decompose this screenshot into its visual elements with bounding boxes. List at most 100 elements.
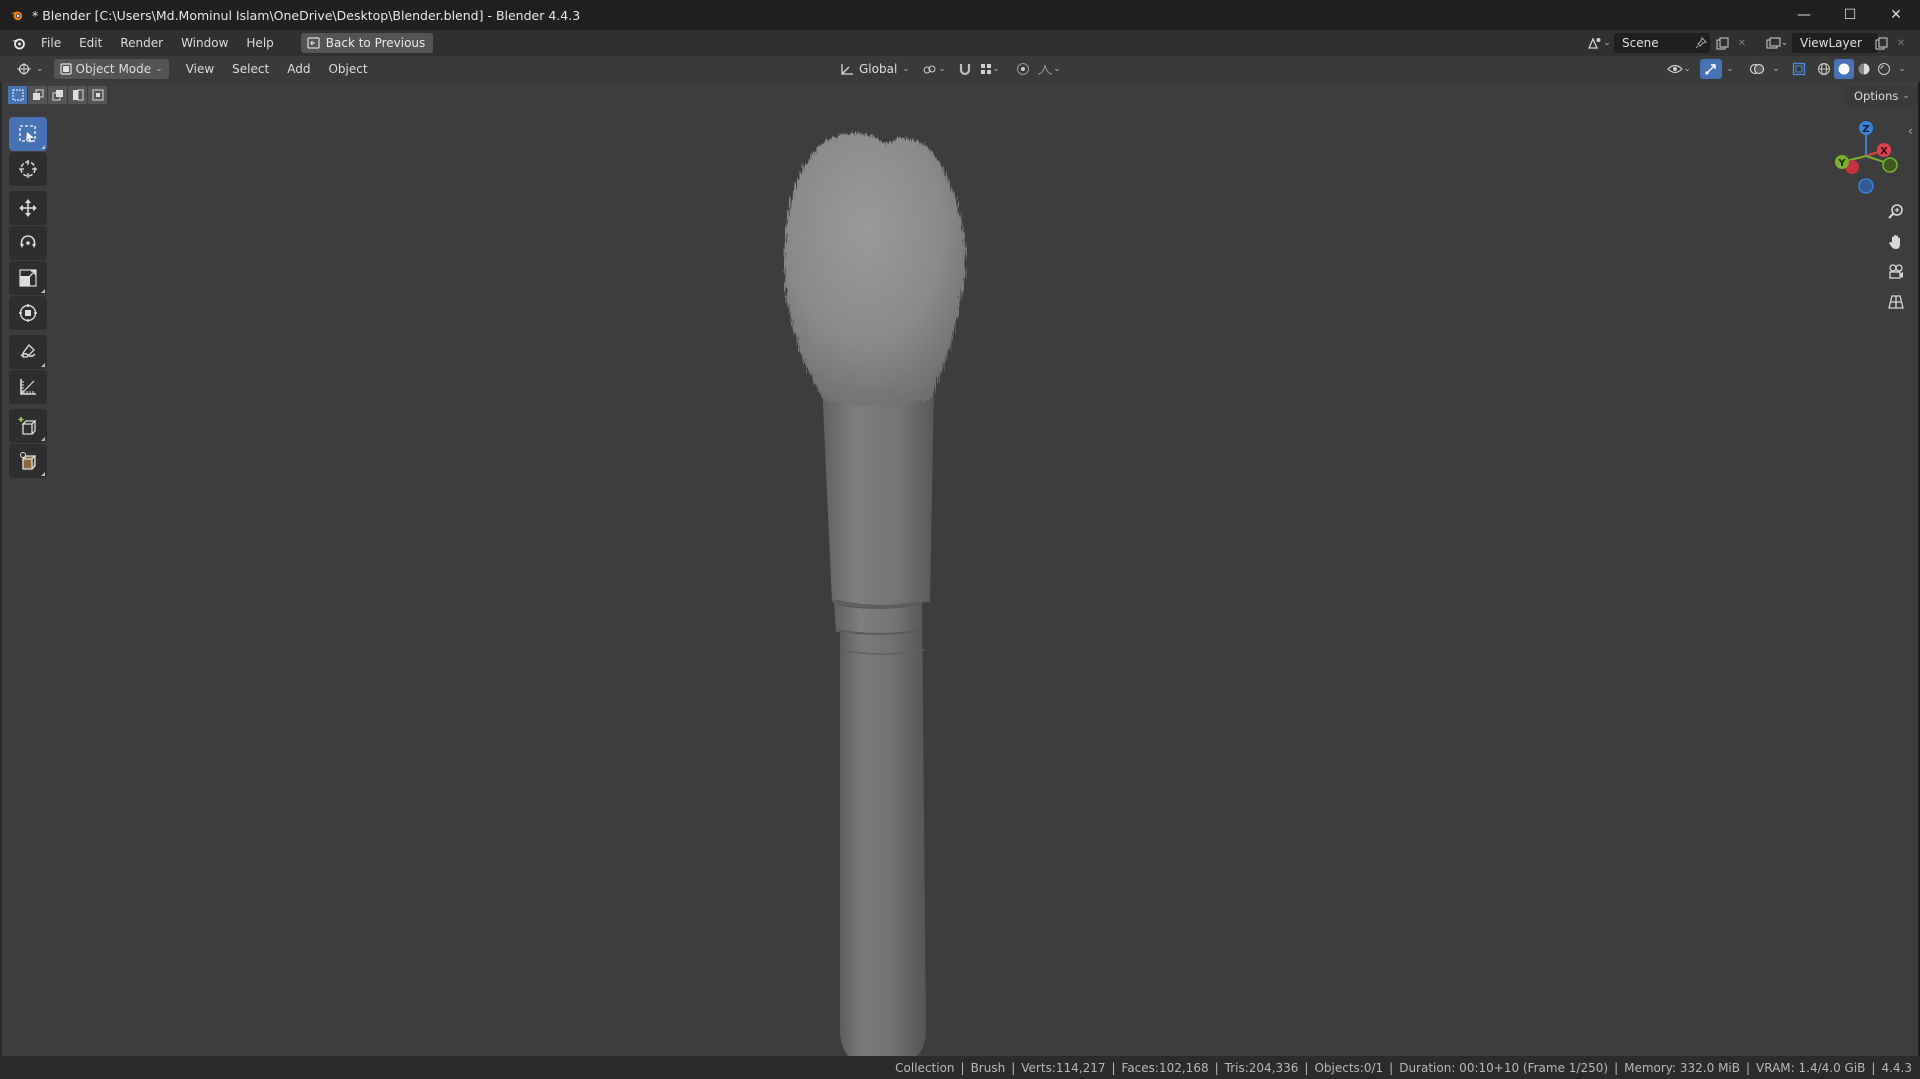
select-invert-button[interactable] [68,86,87,104]
tool-annotate[interactable] [9,335,47,369]
menu-window[interactable]: Window [172,32,237,54]
delete-viewlayer-button[interactable]: ✕ [1893,33,1909,53]
sidebar-toggle-icon[interactable]: ‹ [1908,124,1913,138]
camera-view-button[interactable] [1882,258,1910,286]
object-mode-icon [59,63,72,75]
move-icon [19,199,37,217]
tool-move[interactable] [9,191,47,225]
xray-icon [1792,62,1806,76]
tool-rotate[interactable] [9,226,47,260]
menu-select[interactable]: Select [223,58,278,80]
show-overlays-toggle[interactable] [1746,59,1768,79]
add-object-icon [20,452,37,470]
new-scene-button[interactable] [1712,33,1732,53]
magnet-icon [959,64,971,76]
close-button[interactable]: ✕ [1873,0,1919,30]
menu-render[interactable]: Render [111,32,172,54]
back-to-previous-label: Back to Previous [325,36,426,50]
selectability-visibility-selector[interactable]: ⌄ [1664,59,1694,79]
tool-measure[interactable] [9,370,47,404]
mode-selector[interactable]: Object Mode ⌄ [53,59,169,79]
tool-add-cube[interactable] [9,409,47,443]
shading-solid-button[interactable] [1834,59,1854,79]
menu-object[interactable]: Object [319,58,376,80]
editor-type-button[interactable]: ⌄ [10,59,50,79]
select-subtract-button[interactable] [48,86,67,104]
chevron-down-icon: ⌄ [1603,38,1611,48]
duplicate-icon [1716,37,1728,49]
menu-file[interactable]: File [32,32,70,54]
menu-view[interactable]: View [177,58,223,80]
xray-toggle[interactable] [1788,59,1810,79]
shading-rendered-button[interactable] [1874,59,1894,79]
brush-object[interactable] [783,133,966,1056]
status-version: 4.4.3 [1881,1060,1912,1075]
snap-target-selector[interactable]: ⌄ [976,59,1004,79]
transform-orientation-selector[interactable]: Global ⌄ [836,59,914,79]
selection-mode-buttons [8,86,107,104]
tool-variants-indicator [41,472,45,476]
tool-variants-indicator [41,363,45,367]
select-new-button[interactable] [8,86,27,104]
show-gizmo-toggle[interactable] [1700,59,1722,79]
menu-help[interactable]: Help [237,32,282,54]
options-dropdown[interactable]: Options ⌄ [1846,86,1918,106]
scene-icon [1588,37,1601,49]
select-new-icon [12,89,23,101]
select-extend-button[interactable] [28,86,47,104]
new-viewlayer-button[interactable] [1871,33,1891,53]
chevron-down-icon: ⌄ [1726,64,1734,74]
tool-cursor[interactable] [9,152,47,186]
chevron-down-icon: ⌄ [1780,38,1789,48]
maximize-button[interactable]: ☐ [1827,0,1873,30]
status-vram: VRAM: 1.4/4.0 GiB [1756,1060,1866,1075]
overlays-options-dropdown[interactable]: ⌄ [1768,59,1784,79]
select-extend-icon [32,89,43,100]
tool-transform[interactable] [9,296,47,330]
blender-menu-icon[interactable] [10,35,26,51]
pin-icon [1695,37,1707,49]
camera-icon [1889,264,1903,279]
brush-bristles [783,133,966,406]
material-sphere-icon [1858,63,1870,75]
snap-toggle[interactable] [954,59,976,79]
scene-browse-button[interactable]: ⌄ [1584,33,1614,53]
proportional-editing-toggle[interactable] [1012,59,1034,79]
tool-add-object-extra[interactable] [9,444,47,478]
snap-increment-icon [981,64,992,74]
viewlayer-name-field[interactable]: ViewLayer [1792,33,1878,53]
tool-scale[interactable] [9,261,47,295]
close-icon: ✕ [1890,7,1902,23]
gizmo-options-dropdown[interactable]: ⌄ [1722,59,1738,79]
pan-view-button[interactable] [1882,228,1910,256]
menu-add[interactable]: Add [278,58,319,80]
select-intersect-icon [92,89,103,101]
minimize-icon: — [1797,7,1811,23]
shading-options-dropdown[interactable]: ⌄ [1894,59,1910,79]
neg-z-axis-icon[interactable] [1858,178,1874,194]
back-to-previous-button[interactable]: Back to Previous [300,33,434,53]
status-collection: Collection [895,1060,955,1075]
3d-viewport[interactable]: Z Y X [2,82,1918,1056]
perspective-toggle-button[interactable] [1882,288,1910,316]
neg-y-axis-icon[interactable] [1882,157,1898,173]
orientation-label: Global [859,62,898,76]
shading-material-button[interactable] [1854,59,1874,79]
pivot-point-selector[interactable]: ⌄ [918,59,950,79]
zoom-view-button[interactable] [1882,198,1910,226]
proportional-falloff-selector[interactable]: ⌄ [1034,59,1064,79]
delete-scene-button[interactable]: ✕ [1734,33,1750,53]
chevron-down-icon: ⌄ [1053,64,1061,74]
select-box-icon [19,125,36,143]
tool-select-box[interactable] [9,117,47,151]
viewlayer-browse-button[interactable]: ⌄ [1762,33,1792,53]
tool-variants-indicator [41,289,45,293]
select-subtract-icon [52,90,63,101]
select-intersect-button[interactable] [88,86,107,104]
shading-wireframe-button[interactable] [1814,59,1834,79]
orientation-global-icon [841,63,853,75]
pin-scene-button[interactable] [1692,33,1710,53]
minimize-button[interactable]: — [1781,0,1827,30]
menu-edit[interactable]: Edit [70,32,111,54]
navigation-gizmo[interactable]: Z Y X [1824,112,1904,202]
